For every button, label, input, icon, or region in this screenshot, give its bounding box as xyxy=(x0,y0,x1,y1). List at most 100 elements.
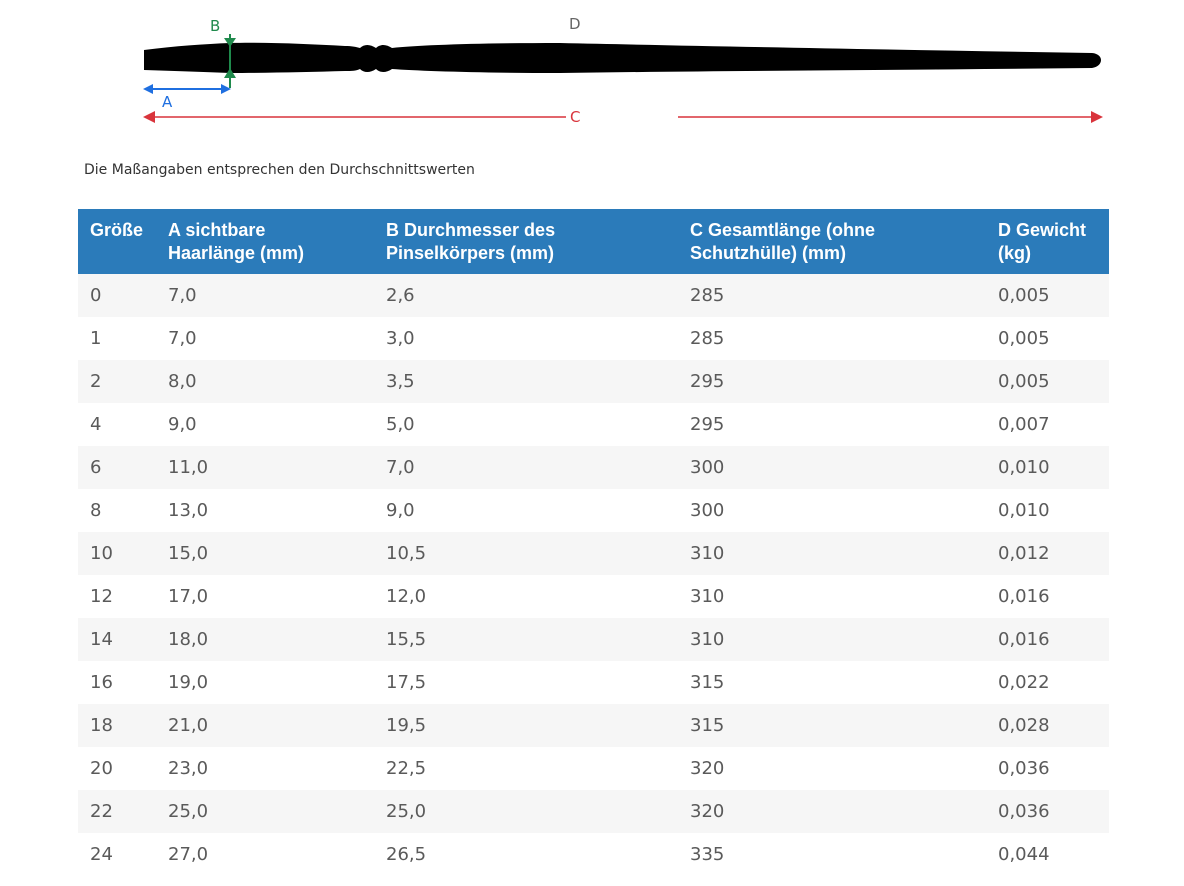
cell-total-length: 310 xyxy=(690,543,725,564)
table-row: 8 13,0 9,0 300 0,010 xyxy=(78,489,1109,532)
cell-diameter: 7,0 xyxy=(386,457,415,478)
table-row: 1 7,0 3,0 285 0,005 xyxy=(78,317,1109,360)
cell-hair-length: 18,0 xyxy=(168,629,209,650)
table-row: 12 17,0 12,0 310 0,016 xyxy=(78,575,1109,618)
cell-weight: 0,016 xyxy=(998,586,1050,607)
cell-size: 2 xyxy=(90,371,102,392)
cell-hair-length: 19,0 xyxy=(168,672,209,693)
cell-diameter: 17,5 xyxy=(386,672,427,693)
label-c: C xyxy=(570,108,580,126)
cell-total-length: 315 xyxy=(690,672,725,693)
measurement-note: Die Maßangaben entsprechen den Durchschn… xyxy=(84,162,475,178)
cell-size: 8 xyxy=(90,500,102,521)
label-b: B xyxy=(210,17,220,35)
cell-weight: 0,028 xyxy=(998,715,1050,736)
cell-weight: 0,044 xyxy=(998,844,1050,865)
table-row: 24 27,0 26,5 335 0,044 xyxy=(78,833,1109,876)
column-header-hair-length: A sichtbare Haarlänge (mm) xyxy=(168,220,305,263)
cell-diameter: 3,0 xyxy=(386,328,415,349)
cell-diameter: 10,5 xyxy=(386,543,427,564)
cell-weight: 0,005 xyxy=(998,328,1050,349)
brush-silhouette xyxy=(144,42,1101,73)
cell-size: 10 xyxy=(90,543,113,564)
table-row: 14 18,0 15,5 310 0,016 xyxy=(78,618,1109,661)
cell-diameter: 5,0 xyxy=(386,414,415,435)
cell-size: 20 xyxy=(90,758,113,779)
cell-total-length: 300 xyxy=(690,500,725,521)
cell-weight: 0,022 xyxy=(998,672,1050,693)
header-row: Größe A sichtbare Haarlänge (mm) B Durch… xyxy=(78,209,1109,274)
cell-hair-length: 17,0 xyxy=(168,586,209,607)
cell-diameter: 19,5 xyxy=(386,715,427,736)
cell-weight: 0,007 xyxy=(998,414,1050,435)
column-header-size: Größe xyxy=(90,220,144,240)
cell-total-length: 295 xyxy=(690,371,725,392)
table-row: 10 15,0 10,5 310 0,012 xyxy=(78,532,1109,575)
cell-size: 14 xyxy=(90,629,113,650)
cell-size: 12 xyxy=(90,586,113,607)
size-table-header: Größe A sichtbare Haarlänge (mm) B Durch… xyxy=(78,209,1109,274)
cell-size: 0 xyxy=(90,285,102,306)
cell-size: 24 xyxy=(90,844,113,865)
cell-size: 18 xyxy=(90,715,113,736)
cell-weight: 0,036 xyxy=(998,801,1050,822)
cell-diameter: 3,5 xyxy=(386,371,415,392)
cell-diameter: 15,5 xyxy=(386,629,427,650)
cell-hair-length: 23,0 xyxy=(168,758,209,779)
cell-total-length: 310 xyxy=(690,629,725,650)
cell-total-length: 320 xyxy=(690,758,725,779)
cell-hair-length: 7,0 xyxy=(168,285,197,306)
table-row: 20 23,0 22,5 320 0,036 xyxy=(78,747,1109,790)
table-row: 0 7,0 2,6 285 0,005 xyxy=(78,274,1109,317)
cell-hair-length: 11,0 xyxy=(168,457,209,478)
cell-weight: 0,005 xyxy=(998,371,1050,392)
cell-size: 22 xyxy=(90,801,113,822)
column-header-diameter: B Durchmesser des Pinselkörpers (mm) xyxy=(386,220,556,263)
cell-total-length: 335 xyxy=(690,844,725,865)
dimension-c-arrow: C xyxy=(143,108,1103,126)
table-row: 22 25,0 25,0 320 0,036 xyxy=(78,790,1109,833)
label-a: A xyxy=(162,93,173,111)
cell-total-length: 320 xyxy=(690,801,725,822)
cell-total-length: 285 xyxy=(690,285,725,306)
cell-total-length: 300 xyxy=(690,457,725,478)
table-row: 4 9,0 5,0 295 0,007 xyxy=(78,403,1109,446)
table-row: 6 11,0 7,0 300 0,010 xyxy=(78,446,1109,489)
cell-weight: 0,005 xyxy=(998,285,1050,306)
cell-total-length: 295 xyxy=(690,414,725,435)
brush-diagram-svg: B A D C xyxy=(143,15,1103,126)
dimension-a-arrow: A xyxy=(143,84,231,111)
cell-diameter: 12,0 xyxy=(386,586,427,607)
cell-hair-length: 25,0 xyxy=(168,801,209,822)
cell-size: 1 xyxy=(90,328,102,349)
cell-diameter: 9,0 xyxy=(386,500,415,521)
cell-size: 4 xyxy=(90,414,102,435)
size-table-container: Größe A sichtbare Haarlänge (mm) B Durch… xyxy=(78,209,1109,876)
cell-hair-length: 21,0 xyxy=(168,715,209,736)
cell-size: 16 xyxy=(90,672,113,693)
cell-hair-length: 13,0 xyxy=(168,500,209,521)
cell-weight: 0,012 xyxy=(998,543,1050,564)
cell-hair-length: 9,0 xyxy=(168,414,197,435)
cell-diameter: 22,5 xyxy=(386,758,427,779)
cell-size: 6 xyxy=(90,457,102,478)
cell-diameter: 2,6 xyxy=(386,285,415,306)
cell-weight: 0,016 xyxy=(998,629,1050,650)
cell-hair-length: 15,0 xyxy=(168,543,209,564)
table-row: 18 21,0 19,5 315 0,028 xyxy=(78,704,1109,747)
cell-total-length: 315 xyxy=(690,715,725,736)
cell-hair-length: 7,0 xyxy=(168,328,197,349)
cell-total-length: 310 xyxy=(690,586,725,607)
cell-diameter: 25,0 xyxy=(386,801,427,822)
column-header-weight: D Gewicht (kg) xyxy=(998,220,1087,263)
cell-hair-length: 8,0 xyxy=(168,371,197,392)
column-header-total-length: C Gesamtlänge (ohne Schutzhülle) (mm) xyxy=(690,220,876,263)
brush-dimension-diagram: B A D C xyxy=(0,0,1184,140)
cell-diameter: 26,5 xyxy=(386,844,427,865)
cell-hair-length: 27,0 xyxy=(168,844,209,865)
size-table-body: 0 7,0 2,6 285 0,005 1 7,0 3,0 285 0,005 2 8,0 3,5 295… xyxy=(78,274,1109,876)
label-d: D xyxy=(569,15,581,33)
size-table: Größe A sichtbare Haarlänge (mm) B Durch… xyxy=(78,209,1109,876)
cell-weight: 0,036 xyxy=(998,758,1050,779)
cell-weight: 0,010 xyxy=(998,500,1050,521)
